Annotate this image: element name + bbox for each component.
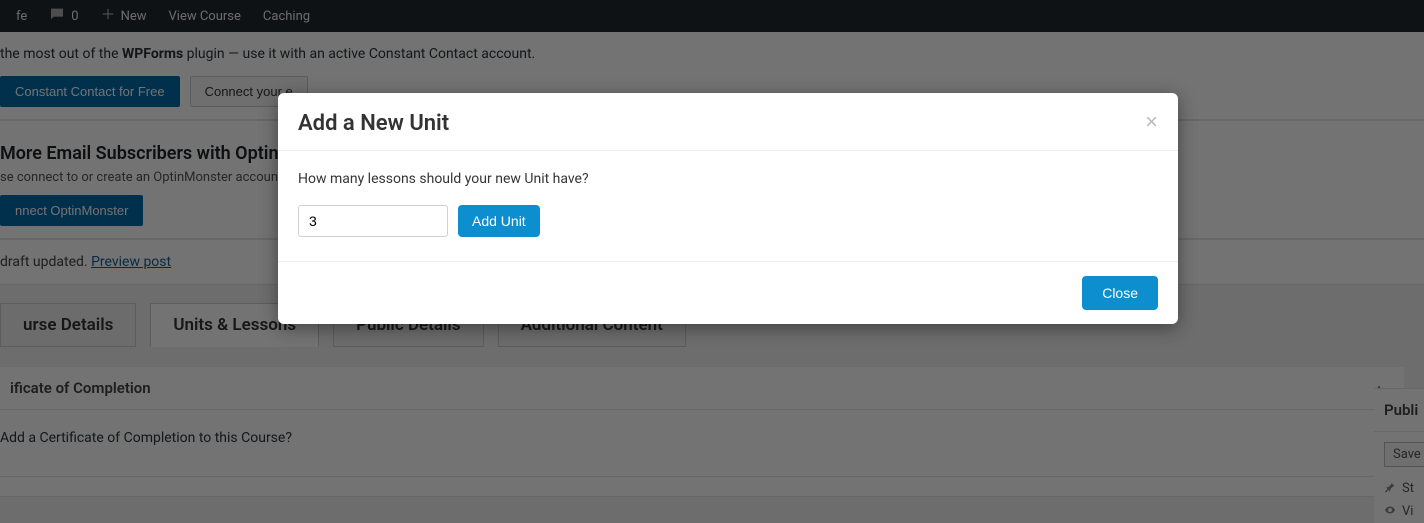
add-unit-modal: Add a New Unit × How many lessons should…	[278, 93, 1178, 324]
modal-footer: Close	[278, 261, 1178, 324]
modal-header: Add a New Unit ×	[278, 93, 1178, 151]
modal-body: How many lessons should your new Unit ha…	[278, 151, 1178, 261]
modal-close-x[interactable]: ×	[1145, 111, 1158, 133]
modal-title: Add a New Unit	[298, 111, 449, 136]
lessons-count-input[interactable]	[298, 205, 448, 237]
add-unit-button[interactable]: Add Unit	[458, 205, 540, 237]
modal-question: How many lessons should your new Unit ha…	[298, 171, 1158, 187]
close-button[interactable]: Close	[1082, 276, 1158, 310]
